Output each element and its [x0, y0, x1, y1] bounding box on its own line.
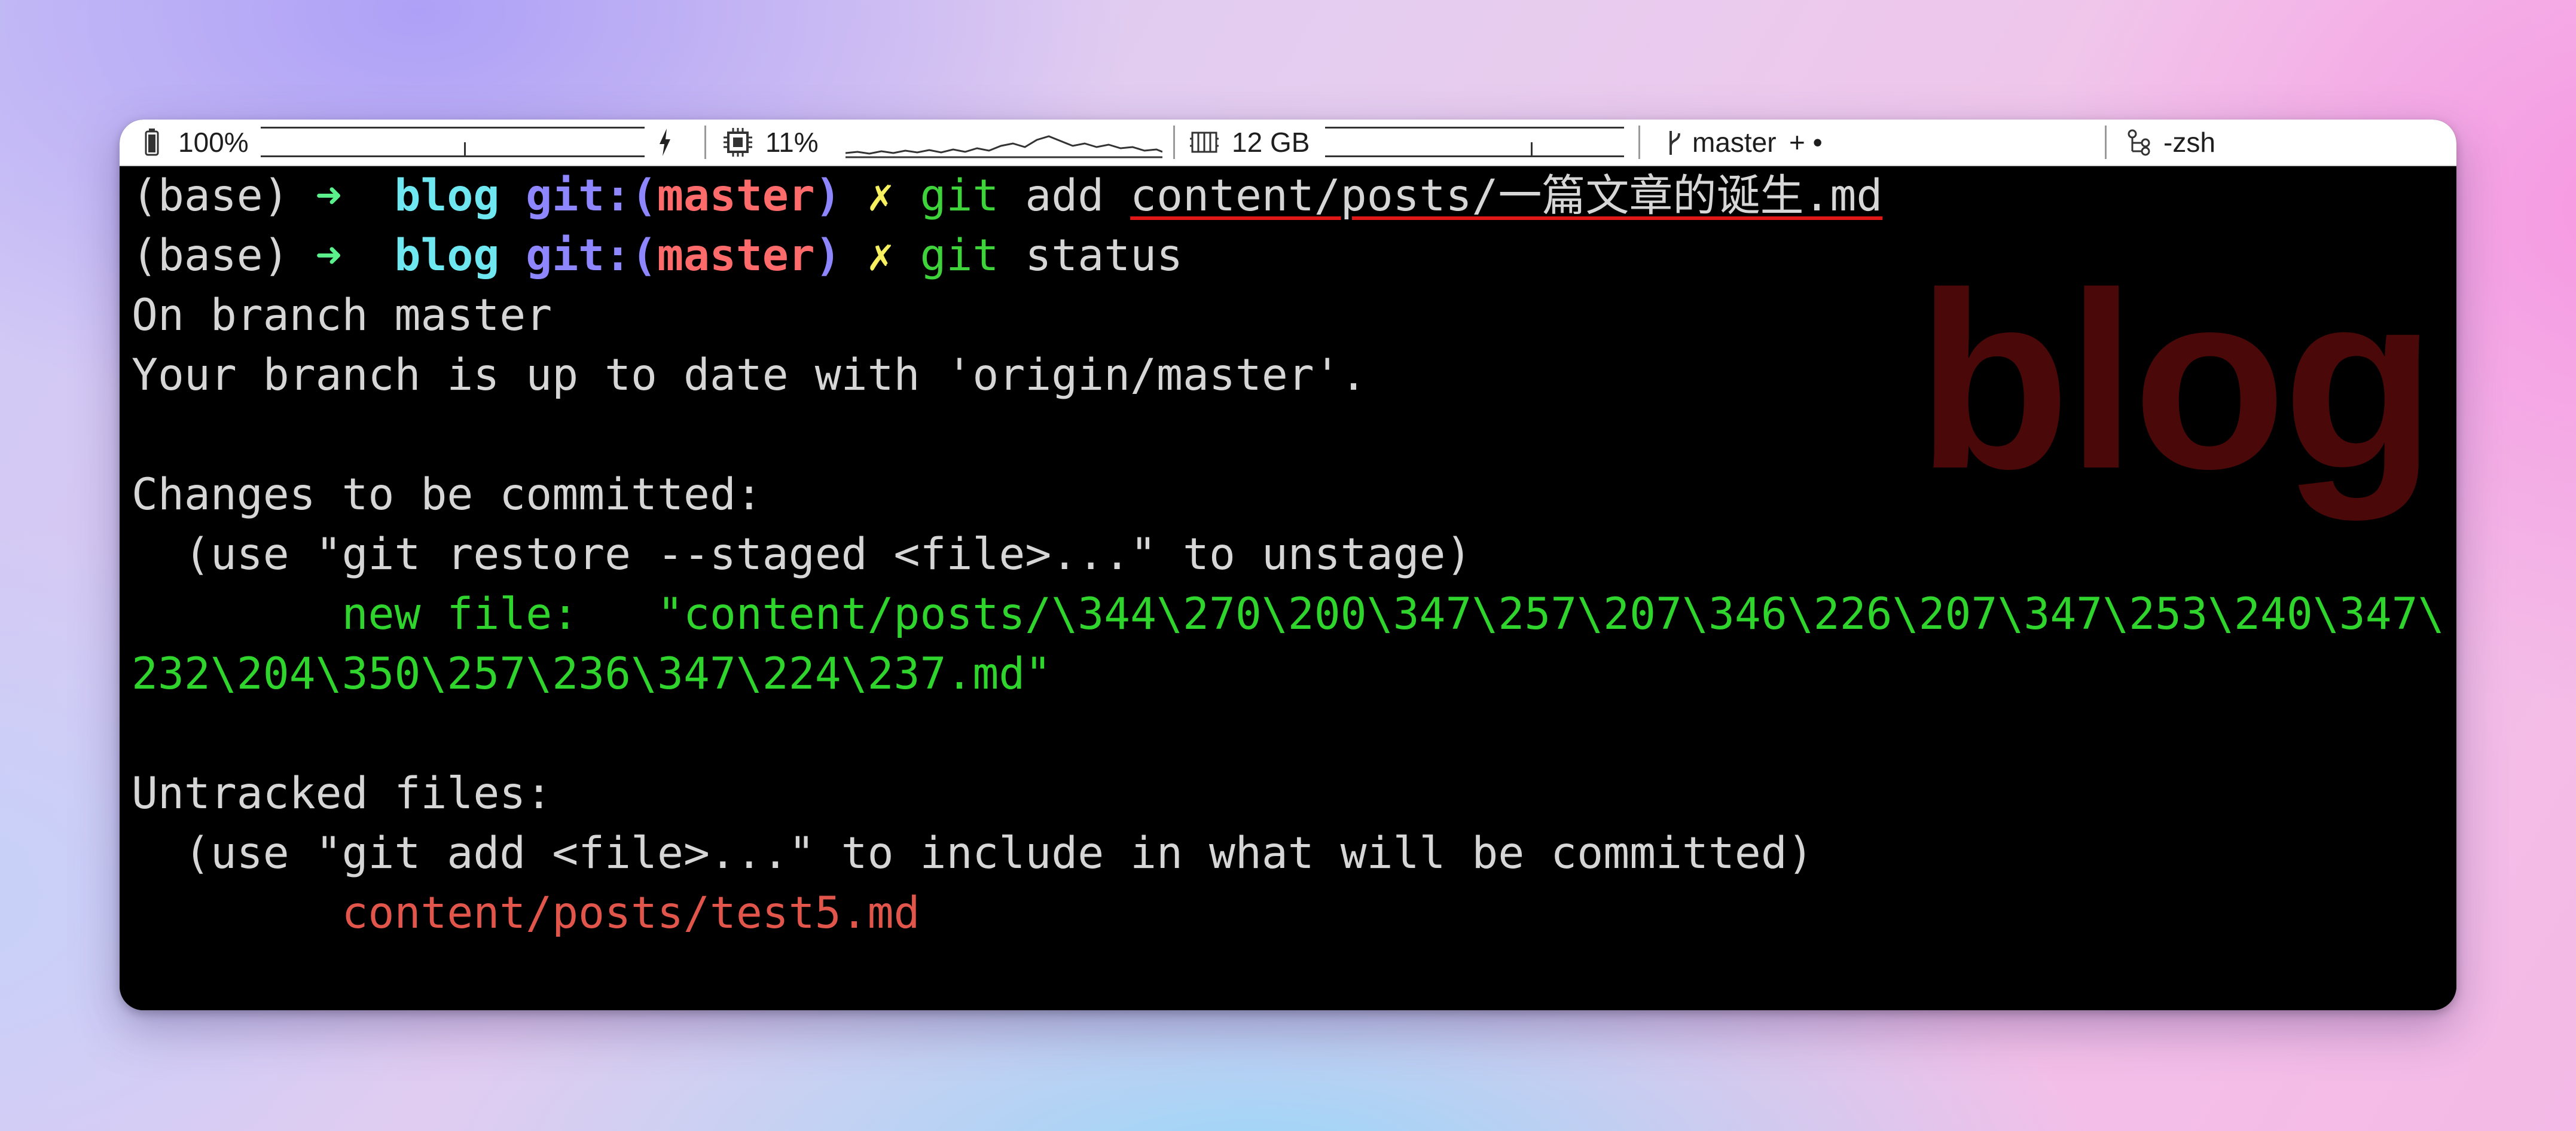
prompt-env: (base): [132, 170, 289, 221]
output-line: Your branch is up to date with 'origin/m…: [132, 350, 1367, 401]
output-line: On branch master: [132, 290, 553, 341]
prompt-git-close: ): [814, 230, 841, 281]
battery-percent: 100%: [178, 127, 249, 158]
command-args: add: [1025, 170, 1104, 221]
prompt-branch: master: [657, 230, 815, 281]
cpu-sparkline: [846, 135, 1162, 158]
battery-meter: [261, 127, 645, 157]
command-args: status: [1025, 230, 1183, 281]
process-tree-icon: [2126, 120, 2154, 165]
prompt-line: (base) ➜ blog git:(master) ✗ git add con…: [132, 166, 1882, 226]
lightning-icon: [658, 120, 672, 165]
staged-file-line: 232\204\350\257\236\347\224\237.md": [132, 649, 1052, 699]
output-line: Changes to be committed:: [132, 469, 762, 520]
memory-usage: 12 GB: [1232, 127, 1310, 158]
terminal-output[interactable]: blog (base) ➜ blog git:(master) ✗ git ad…: [120, 166, 2456, 1010]
git-status-indicator: + •: [1789, 127, 1823, 158]
command-program: git: [920, 170, 999, 221]
prompt-arrow: ➜: [315, 230, 342, 281]
session-label: -zsh: [2163, 127, 2215, 158]
output-line: (use "git add <file>..." to include in w…: [132, 828, 1814, 879]
battery-icon: [145, 120, 159, 165]
prompt-dirty-mark: ✗: [867, 230, 894, 281]
cpu-chip-icon: [722, 120, 753, 165]
prompt-git-label: git:(: [526, 230, 658, 281]
blog-watermark: blog: [1916, 241, 2436, 521]
prompt-arrow: ➜: [315, 170, 342, 221]
prompt-env: (base): [132, 230, 289, 281]
prompt-dir: blog: [394, 230, 500, 281]
memory-icon: [1190, 120, 1219, 165]
output-line: (use "git restore --staged <file>..." to…: [132, 529, 1472, 580]
prompt-git-label: git:(: [526, 170, 658, 221]
status-bar: 100% 11% 12 GB master + • -zsh: [120, 120, 2456, 166]
git-branch-name: master: [1692, 127, 1777, 158]
cpu-percent: 11%: [765, 127, 819, 158]
command-path: content/posts/一篇文章的诞生.md: [1130, 170, 1883, 221]
output-line: Untracked files:: [132, 768, 553, 819]
prompt-line: (base) ➜ blog git:(master) ✗ git status: [132, 226, 1183, 286]
git-branch-icon: [1666, 120, 1683, 165]
command-program: git: [920, 230, 999, 281]
prompt-dir: blog: [394, 170, 500, 221]
prompt-dirty-mark: ✗: [867, 170, 894, 221]
memory-meter: [1325, 127, 1624, 157]
untracked-file-line: content/posts/test5.md: [132, 888, 920, 939]
prompt-git-close: ): [814, 170, 841, 221]
staged-file-line: new file: "content/posts/\344\270\200\34…: [132, 589, 2444, 640]
prompt-branch: master: [657, 170, 815, 221]
terminal-window: 100% 11% 12 GB master + • -zsh blog (bas…: [120, 120, 2456, 1010]
